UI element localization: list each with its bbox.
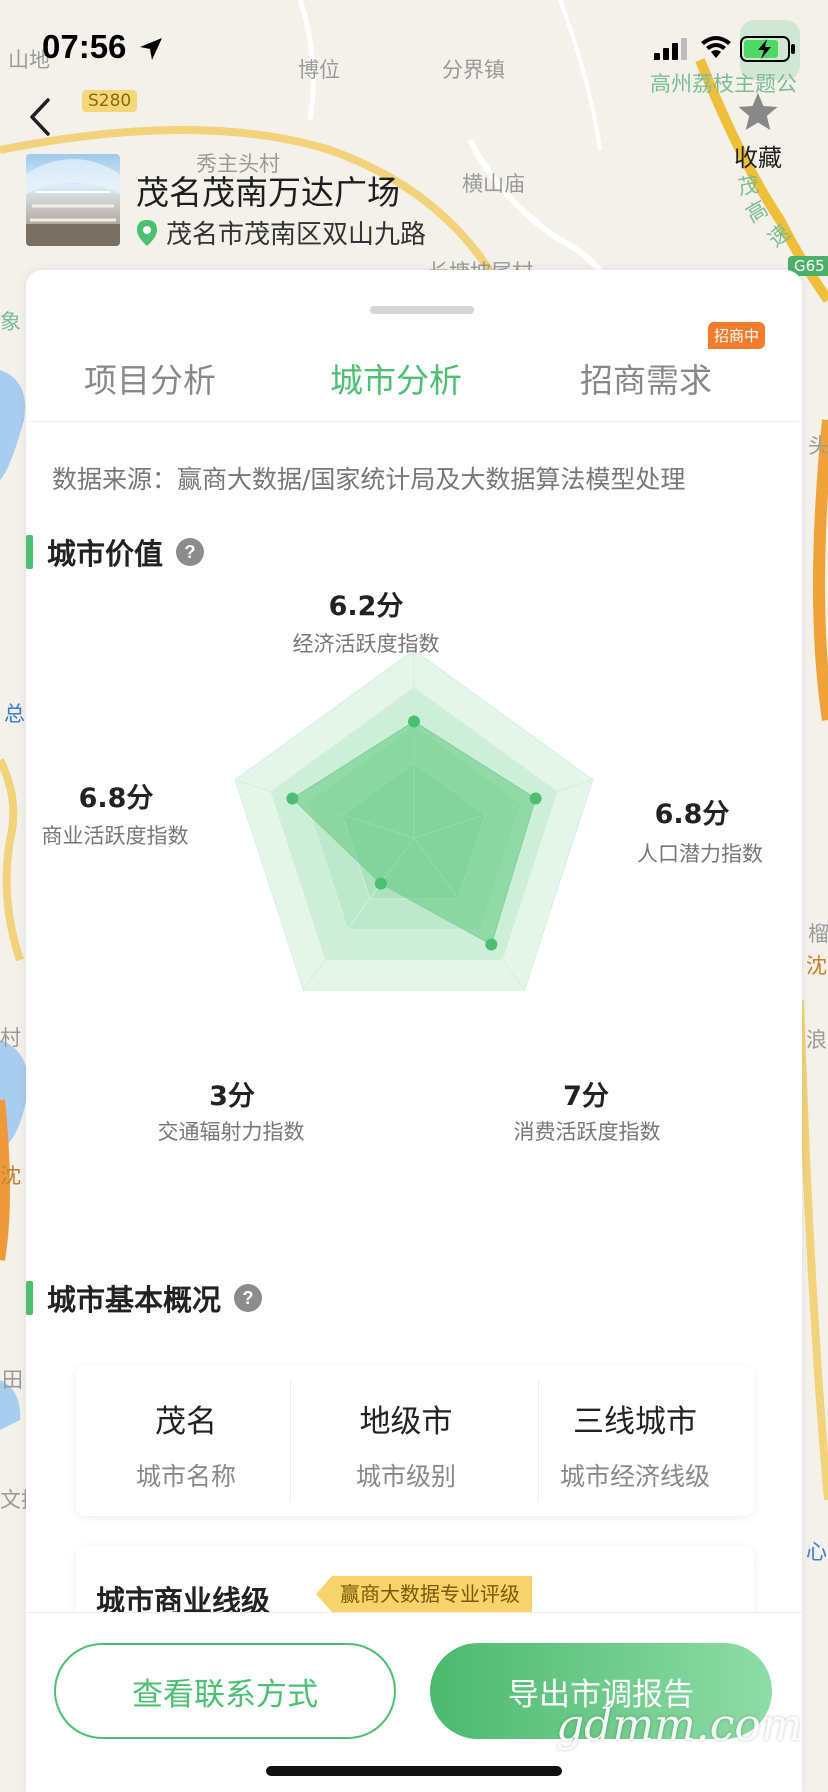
address-row: 茂名市茂南区双山九路 (136, 214, 426, 251)
data-source-text: 数据来源：赢商大数据/国家统计局及大数据算法模型处理 (52, 465, 686, 494)
home-indicator[interactable] (266, 1766, 562, 1776)
watermark: gdmm.com (556, 1700, 803, 1751)
overview-label: 城市经济线级 (559, 1462, 710, 1491)
question-icon[interactable]: ? (175, 537, 205, 567)
chevron-left-icon (30, 98, 50, 136)
overview-value: 三线城市 (573, 1404, 697, 1440)
radar-score-commerce: 6.8分 (78, 783, 154, 814)
rating-badge: 赢商大数据专业评级 (316, 1576, 532, 1612)
view-contact-button[interactable]: 查看联系方式 (54, 1643, 396, 1739)
map-label: 田 (2, 1368, 23, 1392)
radar-name-economy: 经济活跃度指数 (292, 632, 440, 656)
map-label: 象 (0, 310, 21, 334)
address-text: 茂名市茂南区双山九路 (166, 220, 427, 250)
map-label: 沈 (0, 1164, 21, 1188)
map-label: 心 (806, 1540, 827, 1564)
radar-score-population: 6.8分 (654, 799, 730, 830)
status-bar: 07:56 (0, 0, 828, 96)
radar-score-consumption: 7分 (563, 1081, 609, 1112)
overview-cell-city-level: 地级市 城市级别 (296, 1396, 516, 1493)
tab-bar: 项目分析 城市分析 招商需求 (26, 330, 802, 422)
overview-label: 城市名称 (135, 1462, 236, 1491)
project-thumbnail[interactable] (26, 154, 120, 246)
tab-leasing-demand[interactable]: 招商需求 (580, 354, 712, 402)
map-label: 村 (0, 1026, 21, 1050)
cellular-signal-icon (654, 38, 687, 60)
radar-point (408, 715, 420, 728)
overview-cell-economic-tier: 三线城市 城市经济线级 (516, 1396, 754, 1493)
status-time: 07:56 (42, 28, 127, 65)
project-title: 茂名茂南万达广场 (136, 173, 400, 212)
battery-charging-icon (740, 36, 795, 62)
map-label: 沈 (806, 954, 827, 978)
radar-point (529, 792, 542, 805)
city-value-radar: 6.2分 经济活跃度指数 6.8分 人口潜力指数 7分 消费活跃度指数 3分 交… (26, 580, 802, 1180)
location-arrow-icon (140, 38, 162, 60)
back-button[interactable] (18, 92, 62, 142)
map-label: 头 (808, 434, 828, 458)
radar-point (286, 792, 299, 805)
drag-handle[interactable] (370, 306, 474, 314)
map-label: 横山庙 (462, 172, 525, 196)
analysis-card: 项目分析 城市分析 招商需求 招商中 数据来源：赢商大数据/国家统计局及大数据算… (26, 270, 802, 1792)
map-label: 总 (4, 702, 25, 726)
radar-name-transport: 交通辐射力指数 (157, 1120, 305, 1144)
radar-chart (234, 649, 594, 991)
overview-value: 地级市 (359, 1404, 453, 1440)
radar-name-commerce: 商业活跃度指数 (41, 824, 189, 848)
section-accent-bar (26, 535, 33, 569)
map-label: 榴 (808, 922, 828, 946)
leasing-badge: 招商中 (708, 322, 766, 349)
divider (290, 1380, 291, 1502)
city-overview-title: 城市基本概况 (47, 1283, 222, 1317)
radar-score-economy: 6.2分 (328, 591, 404, 622)
tab-project-analysis[interactable]: 项目分析 (84, 354, 216, 402)
radar-point (485, 938, 498, 951)
overview-value: 茂名 (155, 1404, 217, 1440)
overview-cell-city-name: 茂名 城市名称 (76, 1396, 296, 1493)
svg-text:?: ? (243, 1288, 254, 1308)
section-accent-bar (26, 1281, 33, 1315)
favorite-button[interactable]: 收藏 (722, 92, 794, 176)
wifi-icon (701, 36, 731, 58)
tab-city-analysis[interactable]: 城市分析 (330, 354, 462, 402)
radar-score-transport: 3分 (209, 1081, 255, 1112)
question-icon[interactable]: ? (233, 1283, 263, 1313)
radar-point (374, 877, 387, 890)
city-overview-box: 茂名 城市名称 地级市 城市级别 三线城市 城市经济线级 (76, 1366, 754, 1516)
location-pin-icon (137, 219, 157, 246)
radar-name-population: 人口潜力指数 (637, 842, 763, 866)
favorite-label: 收藏 (734, 144, 782, 172)
mall-image (26, 159, 120, 246)
city-overview-header: 城市基本概况 ? (26, 1280, 263, 1317)
map-label: 浪 (806, 1028, 827, 1052)
radar-name-consumption: 消费活跃度指数 (513, 1120, 661, 1144)
star-icon (738, 93, 778, 130)
svg-text:?: ? (185, 542, 196, 562)
overview-label: 城市级别 (355, 1462, 456, 1491)
city-value-header: 城市价值 ? (26, 534, 205, 571)
city-value-title: 城市价值 (47, 537, 164, 571)
